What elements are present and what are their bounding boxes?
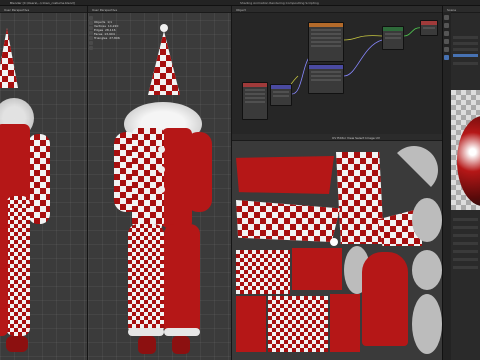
uv-island-mid-left	[236, 200, 340, 242]
node-image-texture[interactable]	[308, 22, 344, 62]
uv-island-bottom-1	[236, 296, 266, 352]
uv-island-grey-arc-1	[390, 146, 438, 194]
viewport-header: User Perspective	[0, 6, 87, 13]
props-row-3[interactable]	[453, 48, 478, 51]
costume-torso-right	[162, 128, 192, 228]
shader-node-editor[interactable]: Object	[232, 6, 442, 134]
costume-right-leg	[164, 224, 200, 336]
hat-pompom	[160, 24, 168, 32]
uv-island-top-mid	[336, 152, 384, 244]
measure-icon[interactable]	[89, 46, 93, 50]
costume-torso-left	[132, 128, 164, 228]
costume-left-sleeve	[28, 134, 50, 224]
node-normal-map[interactable]	[308, 64, 344, 94]
render-icon[interactable]	[444, 15, 449, 20]
rotate-icon[interactable]	[89, 26, 93, 30]
uv-editor[interactable]: UV Editor View Select Image UV	[232, 134, 442, 360]
cursor-icon[interactable]	[89, 16, 93, 20]
properties-tabs	[443, 12, 451, 360]
uv-editor-label: UV Editor View Select Image UV	[332, 136, 380, 140]
world-icon[interactable]	[444, 39, 449, 44]
uv-island-grey-arc-4	[412, 294, 442, 354]
props-row-12[interactable]	[453, 266, 478, 269]
node-principled-bsdf[interactable]	[382, 26, 404, 50]
material-icon[interactable]	[444, 55, 449, 60]
scene-icon[interactable]	[444, 31, 449, 36]
costume-left-leg	[128, 224, 164, 336]
properties-panel[interactable]: Scene	[442, 6, 480, 360]
node-mapping[interactable]	[270, 84, 292, 106]
scene-statistics: Objects 1/1 Vertices 14,220 Edges 28,116…	[94, 20, 120, 40]
props-row-1[interactable]	[453, 36, 478, 39]
props-row-6[interactable]	[453, 218, 478, 221]
viewport-label: User Perspective	[4, 8, 30, 12]
uv-island-bottom-2	[268, 296, 328, 352]
uv-island-lower-right	[362, 252, 408, 346]
move-icon[interactable]	[89, 21, 93, 25]
costume-right-shoe	[6, 336, 28, 352]
transform-icon[interactable]	[89, 36, 93, 40]
button-3	[158, 186, 165, 193]
uv-editor-header: UV Editor View Select Image UV	[232, 134, 442, 141]
button-2	[158, 166, 165, 173]
node-texture-coordinate[interactable]	[242, 82, 268, 120]
uv-white-dot	[330, 238, 338, 246]
props-row-9[interactable]	[453, 242, 478, 245]
props-row-4[interactable]	[453, 54, 478, 57]
viewport-header: User Perspective	[88, 6, 231, 13]
props-row-2[interactable]	[453, 42, 478, 45]
window-title: Blender [C:\Users\...\clown_costume.blen…	[10, 1, 75, 5]
uv-island-grey-arc-3	[412, 250, 442, 290]
props-row-5[interactable]	[453, 62, 478, 65]
viewport-label: User Perspective	[92, 8, 118, 12]
right-shoe	[172, 336, 190, 354]
right-cuff	[164, 328, 200, 336]
uv-island-bottom-3	[330, 294, 360, 352]
uv-island-top-left	[236, 156, 334, 194]
button-1	[158, 146, 165, 153]
props-row-10[interactable]	[453, 250, 478, 253]
props-row-8[interactable]	[453, 234, 478, 237]
uv-island-grey-arc-2	[412, 198, 442, 242]
object-icon[interactable]	[444, 47, 449, 52]
costume-torso	[0, 124, 30, 204]
costume-right-leg	[0, 196, 8, 336]
left-cuff	[128, 328, 164, 336]
viewport-mid[interactable]: User Perspective Objects 1/1 Vertices 14…	[88, 6, 232, 360]
node-material-output[interactable]	[420, 20, 438, 36]
scale-icon[interactable]	[89, 31, 93, 35]
props-row-7[interactable]	[453, 226, 478, 229]
uv-island-lower-mid	[292, 248, 342, 290]
left-shoe	[138, 336, 156, 354]
workspace-tabs[interactable]: Shading Animation Rendering Compositing …	[240, 1, 319, 5]
costume-left-leg	[6, 196, 30, 336]
annotate-icon[interactable]	[89, 41, 93, 45]
viewport-left[interactable]: User Perspective	[0, 6, 88, 360]
output-icon[interactable]	[444, 23, 449, 28]
uv-island-lower-left	[236, 250, 290, 294]
props-row-11[interactable]	[453, 258, 478, 261]
